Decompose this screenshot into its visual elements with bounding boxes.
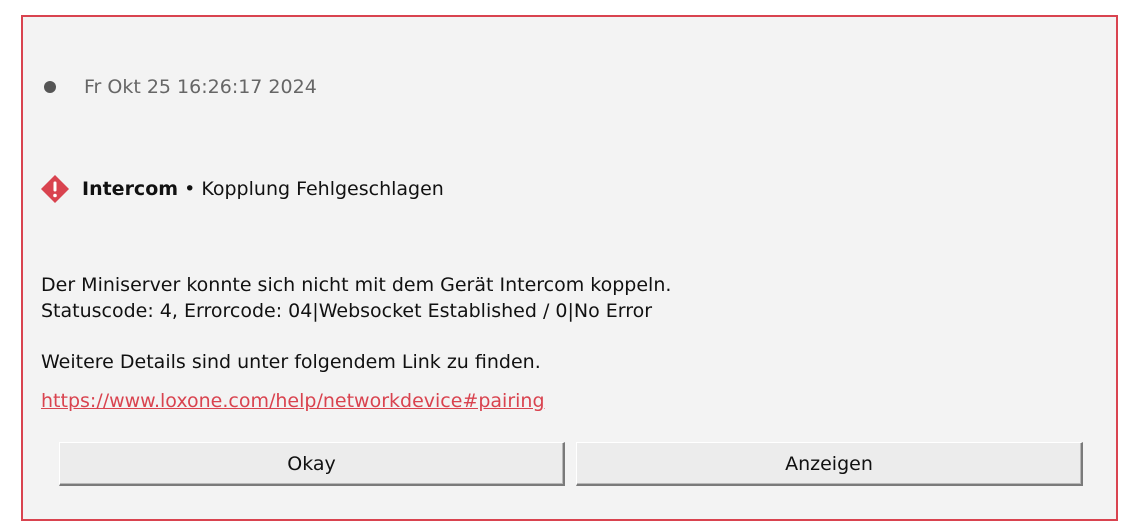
show-button[interactable]: Anzeigen	[576, 442, 1083, 486]
timestamp-row: Fr Okt 25 16:26:17 2024	[44, 74, 317, 100]
details-text: Weitere Details sind unter folgendem Lin…	[41, 351, 541, 373]
help-link[interactable]: https://www.loxone.com/help/networkdevic…	[41, 389, 545, 413]
error-title: Kopplung Fehlgeschlagen	[201, 178, 444, 200]
notification-title: Intercom • Kopplung Fehlgeschlagen	[82, 178, 444, 200]
timestamp: Fr Okt 25 16:26:17 2024	[84, 76, 317, 98]
bullet-dot-icon	[44, 81, 56, 93]
message-line-1: Der Miniserver konnte sich nicht mit dem…	[41, 274, 672, 296]
title-separator: •	[178, 178, 202, 200]
device-name: Intercom	[82, 178, 179, 200]
warning-diamond-icon	[41, 175, 69, 203]
message-line-2: Statuscode: 4, Errorcode: 04|Websocket E…	[41, 300, 653, 322]
notification-dialog: Fr Okt 25 16:26:17 2024 Intercom • Koppl…	[21, 15, 1118, 521]
notification-title-row: Intercom • Kopplung Fehlgeschlagen	[40, 174, 444, 204]
okay-button[interactable]: Okay	[59, 442, 565, 486]
